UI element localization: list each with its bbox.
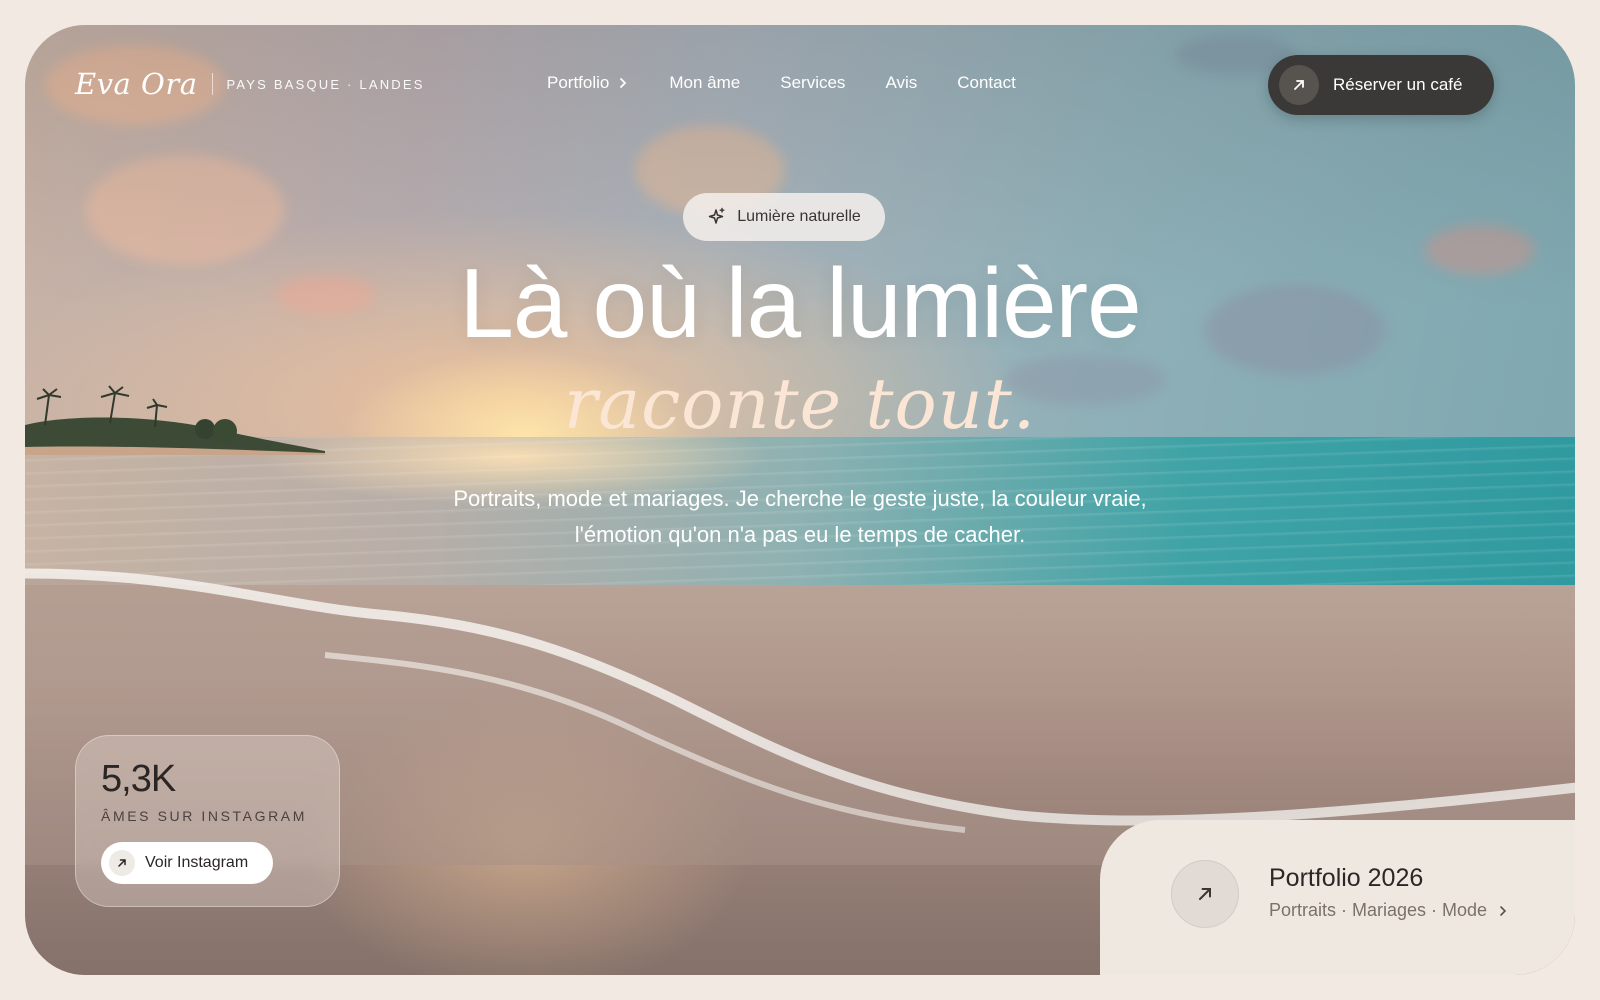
portfolio-title: Portfolio 2026 (1269, 864, 1424, 892)
view-instagram-label: Voir Instagram (145, 854, 249, 871)
sparkle-icon (708, 207, 725, 224)
brand-tagline: PAYS BASQUE · LANDES (226, 76, 425, 92)
nav-item-contact[interactable]: Contact (957, 73, 1016, 93)
view-instagram-button[interactable]: Voir Instagram (101, 842, 273, 884)
nav-item-label: Portfolio (547, 73, 610, 92)
chevron-right-icon (620, 78, 627, 88)
brand-logo[interactable]: Eva Ora (75, 67, 198, 101)
arrow-up-right-icon (1279, 65, 1319, 105)
arrow-up-right-icon[interactable] (1171, 860, 1239, 928)
hero-subtitle-line: Portraits, mode et mariages. Je cherche … (453, 486, 1147, 511)
nav-item-label: Contact (957, 73, 1016, 92)
hero-title: Là où la lumière (459, 248, 1141, 358)
main-nav: Portfolio Mon âme Services Avis Contact (547, 73, 1016, 93)
nav-item-mon-ame[interactable]: Mon âme (669, 73, 740, 93)
portfolio-categories: Portraits · Mariages · Mode (1269, 900, 1488, 920)
instagram-follower-count: 5,3K (101, 758, 176, 800)
hero-subtitle-line: l'émotion qu'on n'a pas eu le temps de c… (574, 522, 1026, 547)
chevron-right-icon (1500, 905, 1507, 916)
nav-item-portfolio[interactable]: Portfolio (547, 73, 629, 93)
nav-item-services[interactable]: Services (780, 73, 845, 93)
nav-item-label: Avis (885, 73, 918, 92)
hero-title-italic: raconte tout. (563, 363, 1037, 445)
brand-divider (211, 73, 213, 95)
badge-label: Lumière naturelle (737, 208, 861, 225)
book-coffee-button[interactable]: Réserver un café (1268, 55, 1494, 115)
portfolio-subtitle[interactable]: Portraits · Mariages · Mode (1269, 900, 1509, 921)
natural-light-badge: Lumière naturelle (683, 193, 885, 241)
instagram-card: 5,3K ÂMES SUR INSTAGRAM Voir Instagram (75, 735, 340, 907)
brand[interactable]: Eva Ora PAYS BASQUE · LANDES (75, 67, 425, 101)
nav-item-label: Mon âme (669, 73, 741, 92)
book-coffee-label: Réserver un café (1333, 75, 1463, 94)
nav-item-avis[interactable]: Avis (885, 73, 917, 93)
nav-item-label: Services (780, 73, 846, 92)
arrow-up-right-icon (109, 850, 135, 876)
hero-subtitle: Portraits, mode et mariages. Je cherche … (25, 481, 1575, 553)
instagram-label: ÂMES SUR INSTAGRAM (101, 808, 308, 824)
